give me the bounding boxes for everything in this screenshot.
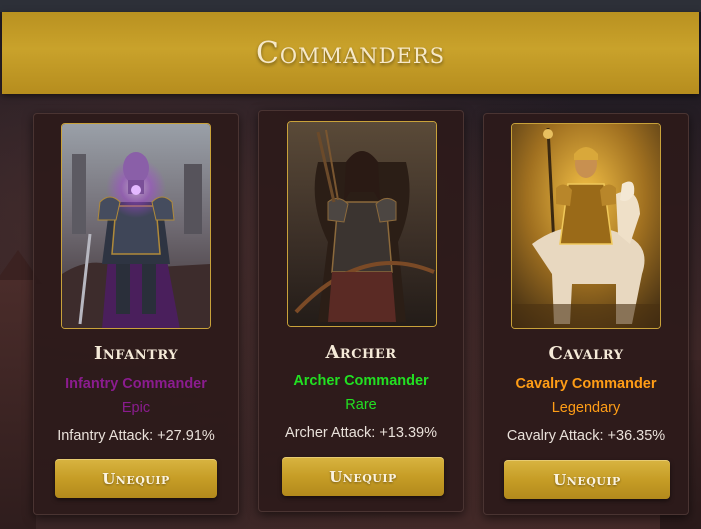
commander-card-infantry: Infantry Infantry Commander Epic Infantr… (33, 113, 239, 515)
unequip-button[interactable]: Unequip (55, 459, 217, 498)
commander-name: Archer (325, 342, 397, 363)
archer-commander-portrait (287, 121, 437, 327)
commander-card-archer: Archer Archer Commander Rare Archer Atta… (258, 110, 464, 512)
infantry-commander-portrait (61, 123, 211, 329)
commander-card-cavalry: Cavalry Cavalry Commander Legendary Cava… (483, 113, 689, 515)
page-header: Commanders (2, 12, 699, 94)
cavalry-commander-portrait (511, 123, 661, 329)
commander-title: Infantry Commander (65, 376, 207, 392)
rarity-badge: Rare (345, 397, 377, 413)
commander-name: Infantry (93, 343, 179, 364)
commander-title: Cavalry Commander (515, 376, 657, 392)
commander-title: Archer Commander (293, 373, 429, 389)
attack-bonus: Infantry Attack: +27.91% (57, 428, 215, 444)
commander-name: Cavalry (548, 343, 624, 364)
unequip-button[interactable]: Unequip (504, 460, 670, 499)
rarity-badge: Epic (121, 400, 151, 416)
page-title: Commanders (255, 35, 446, 71)
attack-bonus: Archer Attack: +13.39% (285, 425, 437, 441)
attack-bonus: Cavalry Attack: +36.35% (506, 428, 666, 444)
unequip-button[interactable]: Unequip (282, 457, 444, 496)
background-tower (0, 280, 36, 529)
window-top-strip (0, 0, 701, 12)
rarity-badge: Legendary (551, 400, 621, 416)
